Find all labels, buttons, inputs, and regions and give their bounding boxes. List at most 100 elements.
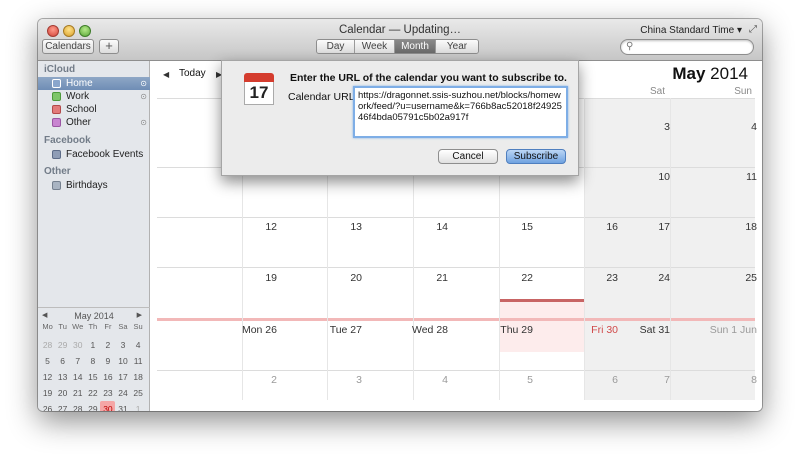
- mini-day[interactable]: 8: [85, 353, 100, 369]
- day-number[interactable]: Thu 29: [453, 324, 533, 336]
- mini-day[interactable]: 20: [55, 385, 70, 401]
- mini-day[interactable]: 27: [55, 401, 70, 411]
- day-number[interactable]: 5: [453, 374, 533, 386]
- checkbox-icon[interactable]: [52, 92, 61, 101]
- mini-day[interactable]: 10: [115, 353, 130, 369]
- cancel-button[interactable]: Cancel: [438, 149, 498, 164]
- checkbox-icon[interactable]: [52, 150, 61, 159]
- fullscreen-icon[interactable]: ⤢: [749, 24, 757, 35]
- mini-day[interactable]: 3: [115, 337, 130, 353]
- mini-day[interactable]: 6: [55, 353, 70, 369]
- day-number[interactable]: 14: [368, 221, 448, 233]
- mini-weekday: Th: [88, 322, 98, 331]
- day-number[interactable]: 22: [453, 272, 533, 284]
- sidebar-item-facebook-events[interactable]: Facebook Events: [38, 148, 150, 161]
- day-number[interactable]: 3: [282, 374, 362, 386]
- shared-icon: ⊙: [140, 92, 147, 101]
- mini-day[interactable]: 26: [40, 401, 55, 411]
- day-number[interactable]: Sat 31: [590, 324, 670, 336]
- day-number[interactable]: 12: [197, 221, 277, 233]
- mini-day[interactable]: 4: [131, 337, 146, 353]
- day-number[interactable]: 4: [677, 121, 757, 133]
- sidebar-item-school[interactable]: School: [38, 103, 150, 116]
- sidebar-item-other[interactable]: Other ⊙: [38, 116, 150, 129]
- day-number[interactable]: 11: [677, 171, 757, 183]
- day-number[interactable]: 15: [453, 221, 533, 233]
- mini-day[interactable]: 21: [70, 385, 85, 401]
- sidebar-item-home[interactable]: Home ⊙: [38, 77, 150, 90]
- sidebar-item-birthdays[interactable]: Birthdays: [38, 179, 150, 192]
- mini-day[interactable]: 12: [40, 369, 55, 385]
- mini-day[interactable]: 19: [40, 385, 55, 401]
- mini-day[interactable]: 29: [55, 337, 70, 353]
- mini-day[interactable]: 31: [115, 401, 130, 411]
- day-number[interactable]: 19: [197, 272, 277, 284]
- mini-day-today[interactable]: 30: [100, 401, 116, 411]
- mini-day[interactable]: 7: [70, 353, 85, 369]
- add-event-button[interactable]: +: [99, 39, 119, 54]
- day-number[interactable]: 24: [590, 272, 670, 284]
- mini-day[interactable]: 1: [131, 401, 146, 411]
- day-number[interactable]: 3: [590, 121, 670, 133]
- day-number[interactable]: 10: [590, 171, 670, 183]
- mini-calendar-grid: Mo Tu We Th Fr Sa Su 28 29 30 1 2 3 4 5 …: [40, 321, 146, 411]
- mini-calendar-title: May 2014: [74, 311, 114, 321]
- title-bar: Calendar — Updating… China Standard Time…: [38, 19, 762, 61]
- subscribe-button[interactable]: Subscribe: [506, 149, 566, 164]
- timezone-menu[interactable]: China Standard Time ▾: [640, 25, 742, 36]
- tab-month[interactable]: Month: [395, 40, 436, 53]
- mini-day[interactable]: 29: [85, 401, 100, 411]
- mini-day[interactable]: 25: [131, 385, 146, 401]
- day-number[interactable]: Sun 1 Jun: [677, 324, 757, 336]
- mini-day[interactable]: 15: [85, 369, 100, 385]
- mini-day[interactable]: 13: [55, 369, 70, 385]
- mini-weekday: Su: [133, 322, 143, 331]
- weekday-header: Sun: [734, 86, 752, 97]
- mini-day[interactable]: 17: [115, 369, 130, 385]
- day-number[interactable]: 17: [590, 221, 670, 233]
- grid-line: [157, 217, 755, 218]
- day-number[interactable]: Tue 27: [282, 324, 362, 336]
- day-number[interactable]: 25: [677, 272, 757, 284]
- mini-day[interactable]: 9: [100, 353, 115, 369]
- mini-day[interactable]: 24: [115, 385, 130, 401]
- calendar-icon-header: [244, 73, 274, 82]
- day-number[interactable]: 20: [282, 272, 362, 284]
- search-input[interactable]: ⚲: [620, 39, 754, 55]
- day-number[interactable]: 13: [282, 221, 362, 233]
- mini-day[interactable]: 16: [100, 369, 115, 385]
- day-number[interactable]: 4: [368, 374, 448, 386]
- calendars-button[interactable]: Calendars: [42, 39, 94, 54]
- mini-day[interactable]: 18: [131, 369, 146, 385]
- tab-year[interactable]: Year: [436, 40, 478, 53]
- calendar-url-field[interactable]: https://dragonnet.ssis-suzhou.net/blocks…: [353, 86, 568, 138]
- day-number[interactable]: 18: [677, 221, 757, 233]
- mini-day[interactable]: 28: [40, 337, 55, 353]
- day-number[interactable]: 7: [590, 374, 670, 386]
- previous-month-icon[interactable]: ◀: [163, 70, 169, 79]
- sidebar-item-work[interactable]: Work ⊙: [38, 90, 150, 103]
- mini-next-month-icon[interactable]: ▶: [137, 311, 142, 319]
- tab-week[interactable]: Week: [355, 40, 395, 53]
- mini-day[interactable]: 22: [85, 385, 100, 401]
- day-number[interactable]: 2: [197, 374, 277, 386]
- checkbox-icon[interactable]: [52, 181, 61, 190]
- mini-day[interactable]: 23: [100, 385, 115, 401]
- checkbox-icon[interactable]: [52, 118, 61, 127]
- checkbox-icon[interactable]: [52, 105, 61, 114]
- mini-day[interactable]: 30: [70, 337, 85, 353]
- mini-day[interactable]: 1: [85, 337, 100, 353]
- mini-day[interactable]: 5: [40, 353, 55, 369]
- today-button[interactable]: Today: [179, 68, 206, 79]
- mini-day[interactable]: 11: [131, 353, 146, 369]
- day-number[interactable]: 21: [368, 272, 448, 284]
- mini-day[interactable]: 28: [70, 401, 85, 411]
- tab-day[interactable]: Day: [317, 40, 355, 53]
- day-number[interactable]: 8: [677, 374, 757, 386]
- mini-day[interactable]: 2: [100, 337, 115, 353]
- day-number[interactable]: Mon 26: [197, 324, 277, 336]
- day-number[interactable]: Wed 28: [368, 324, 448, 336]
- today-indicator: [499, 299, 584, 302]
- checkbox-icon[interactable]: [52, 79, 61, 88]
- mini-day[interactable]: 14: [70, 369, 85, 385]
